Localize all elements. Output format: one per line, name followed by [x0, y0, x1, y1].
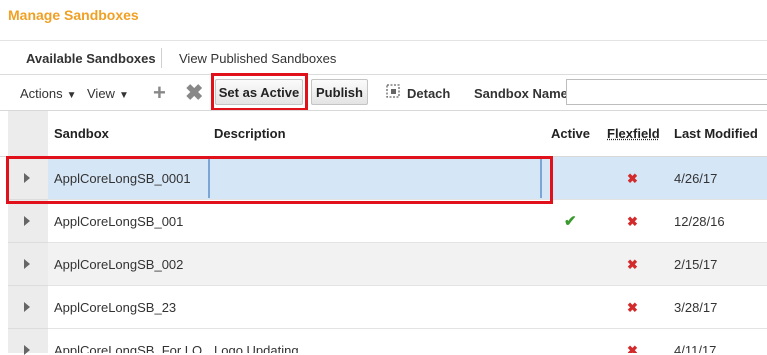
- description: Logo Updating: [214, 343, 299, 353]
- row-expander[interactable]: [8, 243, 48, 286]
- red-x-icon: ✖: [627, 257, 638, 272]
- sandbox-name-label: Sandbox Name: [474, 86, 568, 101]
- title-divider: [0, 40, 767, 41]
- sandbox-name[interactable]: ApplCoreLongSB_001: [54, 214, 183, 229]
- sandbox-name[interactable]: ApplCoreLongSB_002: [54, 257, 183, 272]
- last-modified: 4/11/17: [674, 343, 717, 353]
- sandbox-name[interactable]: ApplCoreLongSB_23: [54, 300, 176, 315]
- triangle-right-icon: [24, 259, 30, 269]
- set-as-active-button[interactable]: Set as Active: [215, 79, 303, 105]
- tab-separator: [161, 48, 162, 68]
- last-modified: 3/28/17: [674, 300, 718, 315]
- chevron-down-icon: ▼: [118, 90, 129, 101]
- view-menu[interactable]: View ▼: [87, 86, 129, 101]
- red-x-icon: ✖: [627, 214, 638, 229]
- triangle-right-icon: [24, 345, 30, 355]
- red-x-icon: ✖: [627, 343, 638, 353]
- toolbar-divider: [0, 74, 767, 75]
- column-header-flexfield[interactable]: Flexfield: [607, 126, 660, 141]
- sandbox-name-input[interactable]: [566, 79, 767, 105]
- column-header-last-modified[interactable]: Last Modified: [674, 126, 758, 141]
- detach-button[interactable]: Detach: [407, 86, 450, 101]
- row-expander[interactable]: [8, 200, 48, 243]
- last-modified: 4/26/17: [674, 171, 718, 186]
- page-title: Manage Sandboxes: [8, 7, 139, 23]
- publish-button[interactable]: Publish: [311, 79, 368, 105]
- chevron-down-icon: ▼: [66, 90, 77, 101]
- red-x-icon: ✖: [627, 300, 638, 315]
- red-x-icon: ✖: [627, 171, 638, 186]
- column-header-description[interactable]: Description: [214, 126, 286, 141]
- tab-view-published-sandboxes[interactable]: View Published Sandboxes: [179, 51, 336, 66]
- triangle-right-icon: [24, 302, 30, 312]
- actions-menu-label: Actions: [20, 86, 63, 101]
- table-row[interactable]: ApplCoreLongSB_001 ✔ ✖ 12/28/16: [48, 200, 767, 243]
- x-icon[interactable]: ✖: [185, 82, 203, 104]
- detach-icon[interactable]: [386, 84, 400, 98]
- view-menu-label: View: [87, 86, 115, 101]
- table-row[interactable]: ApplCoreLongSB_23 ✖ 3/28/17: [48, 286, 767, 329]
- column-header-sandbox[interactable]: Sandbox: [54, 126, 109, 141]
- row-expander[interactable]: [8, 286, 48, 329]
- last-modified: 2/15/17: [674, 257, 718, 272]
- plus-icon[interactable]: +: [153, 82, 166, 104]
- tab-available-sandboxes[interactable]: Available Sandboxes: [26, 51, 156, 66]
- actions-menu[interactable]: Actions ▼: [20, 86, 77, 101]
- table-top-border: [0, 110, 767, 111]
- selected-row-highlight: [6, 156, 553, 204]
- row-expander[interactable]: [8, 329, 48, 355]
- last-modified: 12/28/16: [674, 214, 725, 229]
- table-row[interactable]: ApplCoreLongSB_For LO Logo Updating ✖ 4/…: [48, 329, 767, 353]
- check-icon: ✔: [564, 213, 577, 230]
- column-header-active[interactable]: Active: [551, 126, 590, 141]
- sandbox-name[interactable]: ApplCoreLongSB_For LO: [54, 343, 202, 353]
- triangle-right-icon: [24, 216, 30, 226]
- table-row[interactable]: ApplCoreLongSB_002 ✖ 2/15/17: [48, 243, 767, 286]
